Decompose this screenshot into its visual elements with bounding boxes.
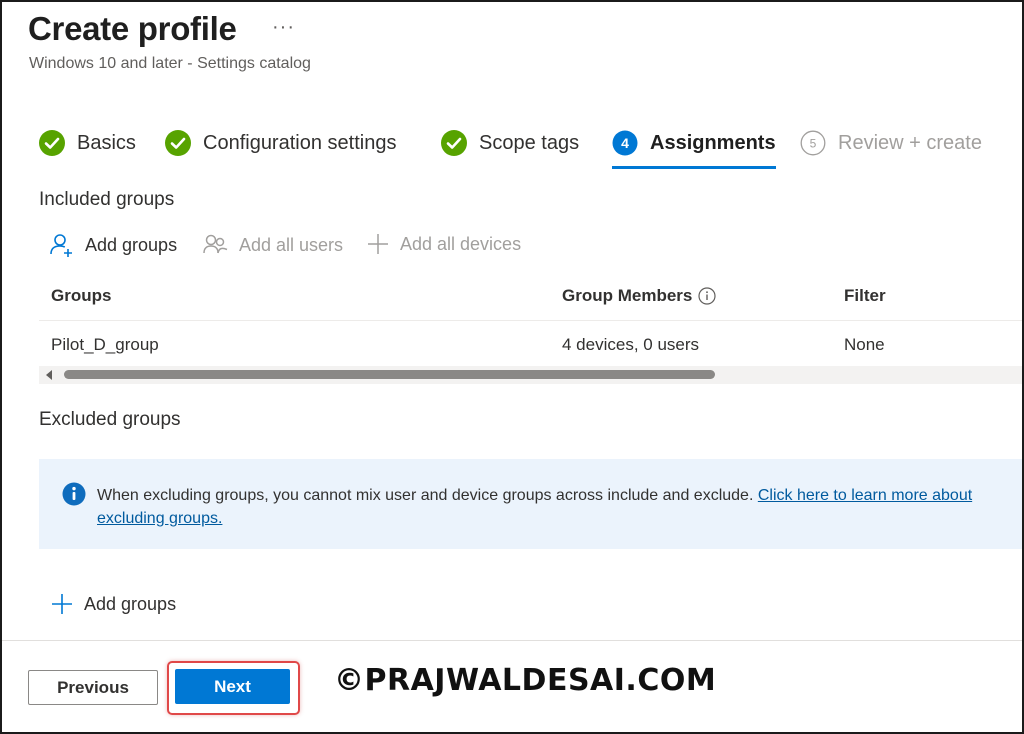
step-review-create[interactable]: 5 Review + create [800, 128, 982, 158]
cell-group: Pilot_D_group [51, 335, 159, 354]
add-groups-label: Add groups [84, 593, 177, 614]
add-all-devices-button[interactable]: Add all devices [366, 232, 521, 256]
create-profile-window: Create profile ··· Windows 10 and later … [0, 0, 1024, 734]
column-header-label: Group Members [562, 286, 693, 305]
scroll-left-arrow-icon[interactable] [46, 370, 52, 380]
info-message-text: When excluding groups, you cannot mix us… [97, 484, 1022, 530]
column-header-groups: Groups [51, 286, 112, 305]
column-header-group-members: Group Members [562, 286, 716, 306]
check-circle-icon [39, 130, 65, 156]
included-groups-heading: Included groups [39, 189, 175, 210]
step-number-icon: 4 [612, 130, 638, 156]
info-message-body: When excluding groups, you cannot mix us… [97, 487, 758, 504]
add-excluded-groups-button[interactable]: Add groups [50, 592, 176, 616]
users-icon [203, 234, 228, 254]
add-groups-label: Add groups [85, 234, 178, 255]
info-message-bar: When excluding groups, you cannot mix us… [39, 459, 1022, 549]
add-all-users-button[interactable]: Add all users [203, 232, 343, 258]
check-circle-icon [441, 130, 467, 156]
step-assignments[interactable]: 4 Assignments [612, 128, 776, 169]
page-subtitle: Windows 10 and later - Settings catalog [29, 55, 311, 72]
info-filled-icon [62, 482, 86, 506]
cell-members: 4 devices, 0 users [562, 335, 700, 354]
plus-icon [52, 594, 72, 614]
footer-divider [2, 640, 1022, 641]
step-number: 5 [810, 137, 817, 151]
ellipsis-icon[interactable]: ··· [272, 16, 295, 39]
scrollbar-thumb[interactable] [64, 370, 715, 379]
table-header-divider [39, 320, 1022, 321]
add-user-icon [50, 234, 72, 257]
next-button[interactable]: Next [175, 669, 290, 704]
add-groups-button[interactable]: Add groups [49, 232, 177, 258]
step-number-icon: 5 [800, 130, 826, 156]
step-configuration-settings[interactable]: Configuration settings [165, 128, 396, 158]
step-label: Scope tags [479, 131, 580, 154]
plus-icon [368, 234, 388, 254]
check-circle-icon [165, 130, 191, 156]
step-label: Review + create [838, 131, 982, 154]
column-header-filter: Filter [844, 286, 886, 305]
step-scope-tags[interactable]: Scope tags [441, 128, 579, 158]
step-number: 4 [621, 135, 629, 151]
add-all-users-label: Add all users [239, 234, 344, 255]
page-title: Create profile [28, 10, 237, 47]
excluded-groups-heading: Excluded groups [39, 409, 181, 430]
add-all-devices-label: Add all devices [400, 233, 522, 254]
previous-button[interactable]: Previous [28, 670, 158, 705]
cell-filter: None [844, 335, 885, 354]
step-label: Configuration settings [203, 131, 397, 154]
step-basics[interactable]: Basics [39, 128, 136, 158]
info-icon[interactable] [698, 287, 716, 305]
watermark: ©PRAJWALDESAI.COM [334, 663, 717, 698]
step-label: Assignments [650, 131, 776, 154]
step-label: Basics [77, 131, 136, 154]
